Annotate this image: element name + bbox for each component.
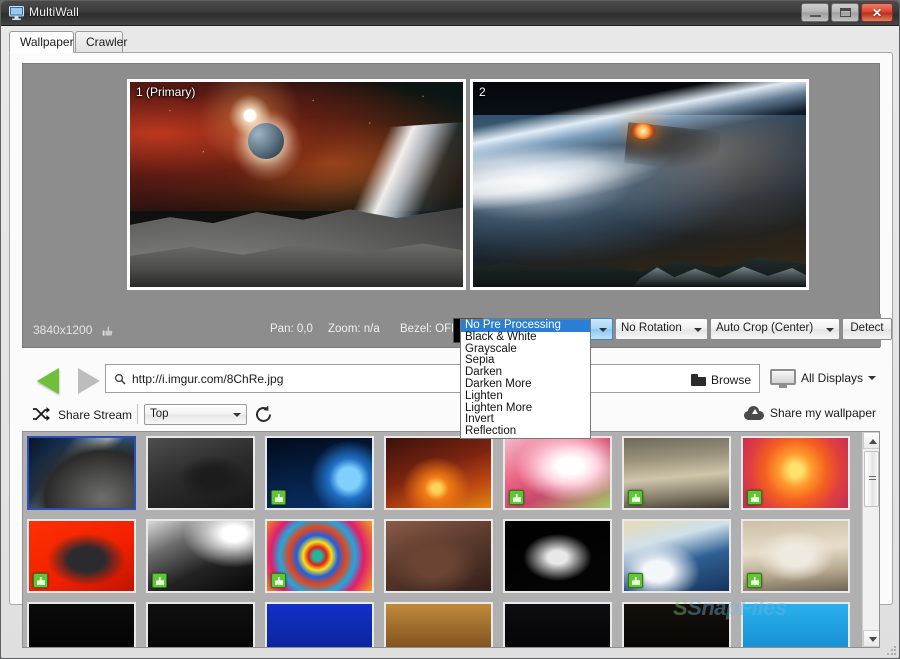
display-number-2: 2 xyxy=(479,85,486,99)
pre-processing-option[interactable]: Darken More xyxy=(461,378,590,391)
tab-crawler-label: Crawler xyxy=(86,35,128,49)
browse-label: Browse xyxy=(710,373,751,387)
share-row: Share Stream Top Share my wallpaper xyxy=(10,398,894,431)
gallery-thumbnail[interactable] xyxy=(146,436,255,510)
crop-select[interactable]: Auto Crop (Center) xyxy=(710,318,840,340)
gallery-thumbnail[interactable] xyxy=(146,519,255,593)
wallpaper-image-1 xyxy=(130,82,463,287)
share-my-wallpaper-button[interactable]: Share my wallpaper xyxy=(743,406,876,420)
chevron-down-icon xyxy=(826,328,834,332)
pre-processing-option[interactable]: Reflection xyxy=(461,425,590,438)
thumbs-up-icon[interactable] xyxy=(747,490,762,505)
resize-grip[interactable] xyxy=(886,645,898,657)
search-icon xyxy=(114,372,126,390)
detect-button[interactable]: Detect xyxy=(842,318,892,340)
url-row: http://i.imgur.com/8ChRe.jpg Browse All … xyxy=(10,360,894,398)
detect-label: Detect xyxy=(850,322,884,334)
thumbs-up-icon[interactable] xyxy=(33,573,48,588)
wallpaper-image-2 xyxy=(473,82,806,287)
shuffle-icon[interactable] xyxy=(32,406,51,427)
chevron-down-icon xyxy=(694,328,702,332)
chevron-down-icon xyxy=(233,413,241,417)
thumbs-up-icon[interactable] xyxy=(271,490,286,505)
share-stream-select[interactable]: Top xyxy=(144,404,247,425)
monitor-icon xyxy=(770,368,796,388)
thumbs-up-icon[interactable] xyxy=(628,573,643,588)
bezel-status: Bezel: OFF xyxy=(400,323,459,335)
rotation-value: No Rotation xyxy=(621,322,682,334)
preview-area: 1 (Primary) 2 3840x1200 Pan: 0,0 Zoom: n… xyxy=(22,63,892,348)
display-selector[interactable]: All Displays xyxy=(770,364,882,392)
chevron-down-icon xyxy=(599,328,607,332)
gallery-thumbnail[interactable] xyxy=(741,436,850,510)
chevron-down-icon xyxy=(868,376,877,380)
url-input[interactable]: http://i.imgur.com/8ChRe.jpg xyxy=(132,372,283,386)
share-stream-value: Top xyxy=(150,408,169,420)
browse-button[interactable]: Browse xyxy=(690,370,751,390)
refresh-icon[interactable] xyxy=(253,404,274,430)
watermark-text: SnapFiles xyxy=(687,595,787,620)
monitor-icon xyxy=(9,6,24,20)
title-bar: MultiWall ✕ xyxy=(1,1,899,26)
gallery-thumbnail[interactable] xyxy=(503,436,612,510)
display-preview-1[interactable]: 1 (Primary) xyxy=(127,79,466,290)
pan-status: Pan: 0,0 xyxy=(270,323,313,335)
maximize-button[interactable] xyxy=(831,3,859,22)
pre-processing-option[interactable]: Lighten xyxy=(461,390,590,403)
gallery-thumbnail[interactable] xyxy=(384,436,493,510)
thumbs-up-icon[interactable] xyxy=(152,573,167,588)
url-input-wrapper[interactable]: http://i.imgur.com/8ChRe.jpg Browse xyxy=(105,364,760,393)
preview-status-bar: 3840x1200 Pan: 0,0 Zoom: n/a Bezel: OFF … xyxy=(23,314,892,347)
gallery-thumbnail[interactable] xyxy=(622,436,731,510)
thumbs-up-icon[interactable] xyxy=(747,573,762,588)
watermark: SSnapFiles xyxy=(673,595,787,621)
watermark-mark: S xyxy=(673,595,688,620)
multiwall-window: MultiWall ✕ Wallpaper Crawler 1 (Primary… xyxy=(0,0,900,659)
thumbs-up-icon[interactable] xyxy=(509,490,524,505)
resolution-label: 3840x1200 xyxy=(33,323,93,337)
scrollbar-thumb[interactable] xyxy=(864,451,879,507)
zoom-status: Zoom: n/a xyxy=(328,323,380,335)
scroll-up-button[interactable] xyxy=(863,432,879,449)
gallery-thumbnail[interactable] xyxy=(27,436,136,510)
tab-strip: Wallpaper Crawler xyxy=(9,31,893,53)
gallery-thumbnail[interactable] xyxy=(265,519,374,593)
window-title: MultiWall xyxy=(29,5,80,19)
tab-wallpaper[interactable]: Wallpaper xyxy=(9,31,74,53)
pre-processing-option[interactable]: Black & White xyxy=(461,331,590,344)
close-icon[interactable]: ✕ xyxy=(861,3,893,22)
tab-crawler[interactable]: Crawler xyxy=(75,31,127,53)
gallery-thumbnail[interactable] xyxy=(503,519,612,593)
folder-icon xyxy=(690,374,706,386)
cloud-upload-icon xyxy=(743,406,764,420)
wallpaper-panel: 1 (Primary) 2 3840x1200 Pan: 0,0 Zoom: n… xyxy=(9,52,894,648)
gallery-thumbnail[interactable] xyxy=(265,436,374,510)
tab-wallpaper-label: Wallpaper xyxy=(20,35,74,49)
display-number-1: 1 (Primary) xyxy=(136,85,196,99)
display-preview-2[interactable]: 2 xyxy=(470,79,809,290)
divider xyxy=(137,404,138,424)
thumbs-up-icon[interactable] xyxy=(101,324,115,343)
thumbs-up-icon[interactable] xyxy=(628,490,643,505)
forward-button[interactable] xyxy=(78,368,100,394)
gallery-thumbnail[interactable] xyxy=(27,519,136,593)
rotation-select[interactable]: No Rotation xyxy=(615,318,708,340)
back-button[interactable] xyxy=(37,368,59,394)
display-selector-label: All Displays xyxy=(801,371,864,385)
share-stream-label: Share Stream xyxy=(58,408,133,422)
gallery-thumbnail[interactable] xyxy=(622,519,731,593)
gallery-thumbnail[interactable] xyxy=(741,519,850,593)
minimize-button[interactable] xyxy=(801,3,829,22)
share-my-wallpaper-label: Share my wallpaper xyxy=(769,406,876,420)
thumbs-up-icon[interactable] xyxy=(271,573,286,588)
crop-value: Auto Crop (Center) xyxy=(716,322,814,334)
pre-processing-dropdown-list[interactable]: No Pre Processing Black & White Grayscale S… xyxy=(460,319,591,439)
gallery-thumbnail[interactable] xyxy=(384,519,493,593)
